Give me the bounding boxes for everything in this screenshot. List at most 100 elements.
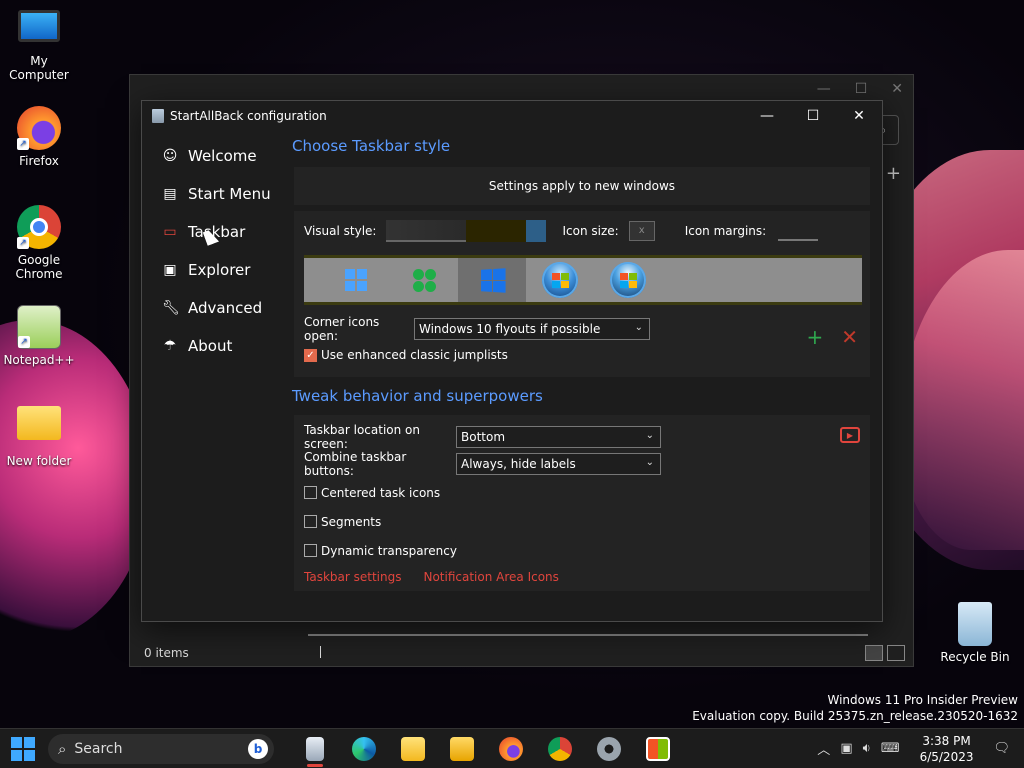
- status-divider: [320, 646, 321, 658]
- taskbar-app-firefox[interactable]: [486, 729, 535, 768]
- icon-margins-slider[interactable]: [778, 221, 819, 241]
- chevron-down-icon: ⌄: [645, 456, 654, 468]
- status-text: 0 items: [144, 646, 189, 660]
- taskbar-app-file-explorer[interactable]: [388, 729, 437, 768]
- taskbar-app-folder[interactable]: [437, 729, 486, 768]
- network-icon[interactable]: ▣: [840, 741, 852, 756]
- sidebar-item-label: Welcome: [188, 147, 257, 165]
- jumplists-checkbox[interactable]: ✓: [304, 348, 317, 362]
- chrome-icon: [547, 736, 572, 761]
- style-preview-clover[interactable]: [390, 258, 458, 302]
- close-button[interactable]: ✕: [836, 101, 882, 131]
- sidebar-item-advanced[interactable]: 🔧︎ Advanced: [150, 289, 286, 327]
- desktop-icon-notepad-plus-plus[interactable]: ↗ Notepad++: [0, 305, 79, 367]
- transparency-label: Dynamic transparency: [321, 543, 457, 558]
- notepad-plus-plus-icon: ↗: [17, 305, 61, 349]
- notifications-icon[interactable]: 🗨︎: [993, 741, 1010, 756]
- sidebar-item-label: Advanced: [188, 299, 263, 317]
- jumplists-checkbox-row[interactable]: ✓ Use enhanced classic jumplists: [304, 343, 860, 367]
- sidebar-item-about[interactable]: ☂ About: [150, 327, 286, 365]
- transparency-checkbox[interactable]: [304, 544, 317, 557]
- maximize-icon[interactable]: ☐: [855, 81, 868, 97]
- wrench-icon: 🔧︎: [162, 300, 180, 316]
- horizontal-scrollbar[interactable]: [308, 634, 868, 636]
- volume-icon[interactable]: 🔉︎: [863, 741, 871, 756]
- desktop-icon-label: Notepad++: [3, 353, 75, 367]
- desktop-icon-firefox[interactable]: ↗ Firefox: [0, 106, 79, 168]
- clock[interactable]: 3:38 PM 6/5/2023: [920, 733, 974, 765]
- start-button[interactable]: [11, 736, 35, 761]
- clover-logo-icon: [412, 268, 436, 292]
- desktop-icon-recycle-bin[interactable]: Recycle Bin: [935, 602, 1015, 664]
- corner-icons-dropdown[interactable]: Windows 10 flyouts if possible ⌄: [414, 318, 650, 340]
- search-icon: ⌕: [58, 739, 67, 758]
- centered-checkbox-row[interactable]: Centered task icons: [304, 479, 860, 506]
- add-icon[interactable]: +: [806, 325, 823, 349]
- taskbar-app-store[interactable]: [633, 729, 682, 768]
- window-title: StartAllBack configuration: [170, 109, 327, 123]
- minimize-button[interactable]: —: [744, 101, 790, 131]
- tiles-view-icon[interactable]: [887, 645, 905, 661]
- corner-icons-value: Windows 10 flyouts if possible: [419, 322, 601, 336]
- chrome-icon: ↗: [17, 205, 61, 249]
- icon-margins-label: Icon margins:: [684, 224, 767, 238]
- sidebar-item-welcome[interactable]: ☺ Welcome: [150, 137, 286, 175]
- video-icon[interactable]: ▶: [840, 427, 860, 443]
- folder-icon: [17, 406, 61, 440]
- taskbar-settings-link[interactable]: Taskbar settings: [304, 570, 401, 584]
- close-icon[interactable]: ✕: [891, 81, 903, 97]
- desktop-icon-my-computer[interactable]: My Computer: [0, 10, 79, 82]
- taskbar-app-edge[interactable]: [339, 729, 388, 768]
- icon-size-slider[interactable]: x: [628, 221, 655, 241]
- chevron-down-icon: ⌄: [645, 429, 654, 441]
- centered-label: Centered task icons: [321, 485, 441, 500]
- maximize-button[interactable]: ☐: [790, 101, 836, 131]
- taskbar-search-box[interactable]: ⌕ Search b: [48, 733, 274, 764]
- visual-style-swatch[interactable]: [466, 220, 527, 242]
- sidebar-item-label: Start Menu: [188, 185, 271, 203]
- visual-style-swatch[interactable]: [526, 220, 547, 242]
- segments-checkbox-row[interactable]: Segments: [304, 508, 860, 535]
- sidebar-item-start-menu[interactable]: ▤ Start Menu: [150, 175, 286, 213]
- location-dropdown[interactable]: Bottom ⌄: [456, 425, 661, 448]
- sidebar-nav: ☺ Welcome ▤ Start Menu ▭ Taskbar ▣ Explo…: [150, 137, 286, 365]
- visual-style-slider[interactable]: [386, 220, 467, 242]
- taskbar-app-chrome[interactable]: [535, 729, 584, 768]
- smile-icon: ☺: [162, 148, 178, 164]
- details-view-icon[interactable]: [865, 645, 883, 661]
- edge-icon: [351, 736, 376, 761]
- plus-icon[interactable]: +: [886, 163, 901, 184]
- sidebar-item-taskbar[interactable]: ▭ Taskbar: [150, 213, 286, 251]
- chevron-up-icon[interactable]: ︿: [817, 739, 830, 758]
- minimize-icon[interactable]: —: [817, 81, 831, 97]
- style-preview-windows-7[interactable]: [526, 258, 594, 302]
- monitor-icon: [18, 10, 60, 42]
- sidebar-item-explorer[interactable]: ▣ Explorer: [150, 251, 286, 289]
- folder-icon: [400, 736, 425, 761]
- notification-icons-link[interactable]: Notification Area Icons: [423, 570, 558, 584]
- taskbar-style-previews: [304, 255, 862, 305]
- desktop-icon-new-folder[interactable]: New folder: [0, 406, 79, 468]
- desktop-icon-google-chrome[interactable]: ↗ Google Chrome: [0, 205, 79, 281]
- style-preview-windows-10[interactable]: [458, 258, 526, 302]
- style-preview-windows-vista[interactable]: [594, 258, 662, 302]
- remove-icon[interactable]: ✕: [841, 325, 858, 349]
- shortcut-arrow-icon: ↗: [18, 336, 30, 348]
- os-watermark: Windows 11 Pro Insider Preview Evaluatio…: [692, 692, 1018, 724]
- style-preview-windows-11[interactable]: [322, 258, 390, 302]
- about-icon: ☂: [163, 338, 177, 354]
- windows-vista-orb-icon: [610, 262, 646, 298]
- section-title-style: Choose Taskbar style: [292, 137, 451, 155]
- transparency-checkbox-row[interactable]: Dynamic transparency: [304, 537, 860, 564]
- taskbar-app-startallback[interactable]: [290, 729, 339, 768]
- settings-banner: Settings apply to new windows: [294, 167, 870, 205]
- title-bar[interactable]: StartAllBack configuration — ☐ ✕: [142, 101, 882, 131]
- taskbar-app-settings[interactable]: [584, 729, 633, 768]
- keyboard-icon[interactable]: ⌨: [881, 741, 900, 756]
- centered-checkbox[interactable]: [304, 486, 317, 499]
- store-icon: [645, 736, 670, 761]
- segments-checkbox[interactable]: [304, 515, 317, 528]
- jumplists-label: Use enhanced classic jumplists: [321, 348, 508, 362]
- combine-dropdown[interactable]: Always, hide labels ⌄: [456, 452, 661, 475]
- bing-icon[interactable]: b: [248, 738, 268, 759]
